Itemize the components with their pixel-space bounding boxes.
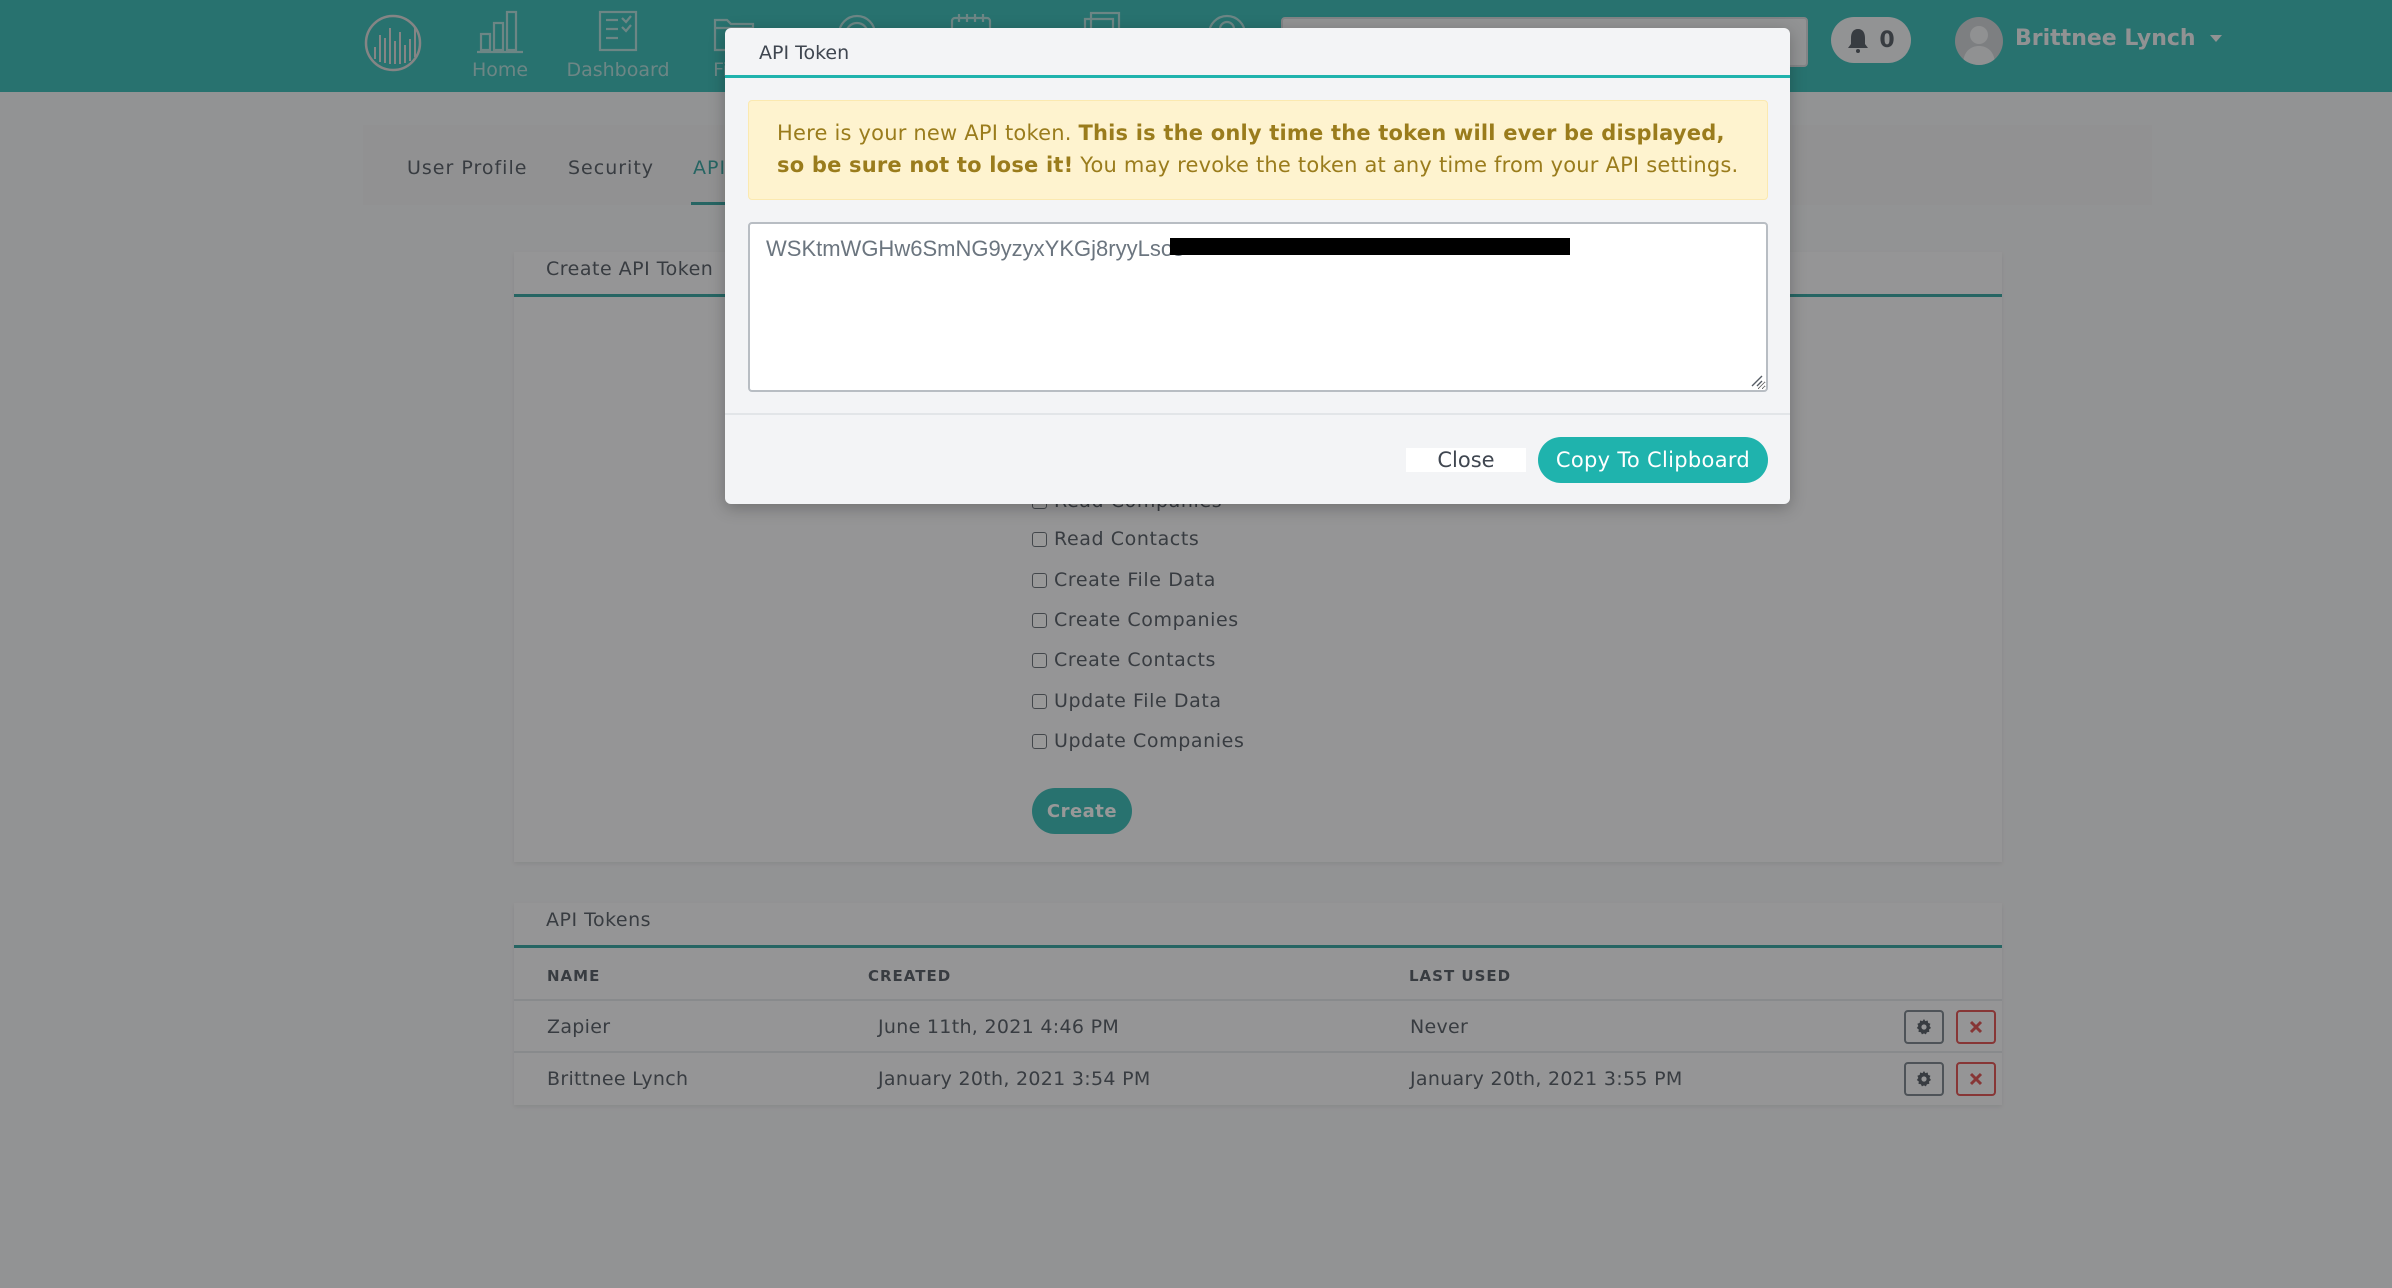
redaction-bar: [1170, 238, 1570, 255]
alert-intro: Here is your new API token.: [777, 121, 1079, 145]
token-textarea[interactable]: WSKtmWGHw6SmNG9yzyxYKGj8ryyLsos: [748, 222, 1768, 392]
warning-alert: Here is your new API token. This is the …: [748, 100, 1768, 200]
resize-handle-icon[interactable]: [1749, 373, 1763, 387]
modal-footer-divider: [725, 413, 1790, 415]
token-value: WSKtmWGHw6SmNG9yzyxYKGj8ryyLsos: [766, 236, 1185, 261]
modal-title: API Token: [725, 28, 1790, 78]
close-button[interactable]: Close: [1406, 448, 1526, 472]
alert-outro: You may revoke the token at any time fro…: [1073, 153, 1739, 177]
api-token-modal: API Token Here is your new API token. Th…: [725, 28, 1790, 504]
copy-to-clipboard-button[interactable]: Copy To Clipboard: [1538, 437, 1768, 483]
